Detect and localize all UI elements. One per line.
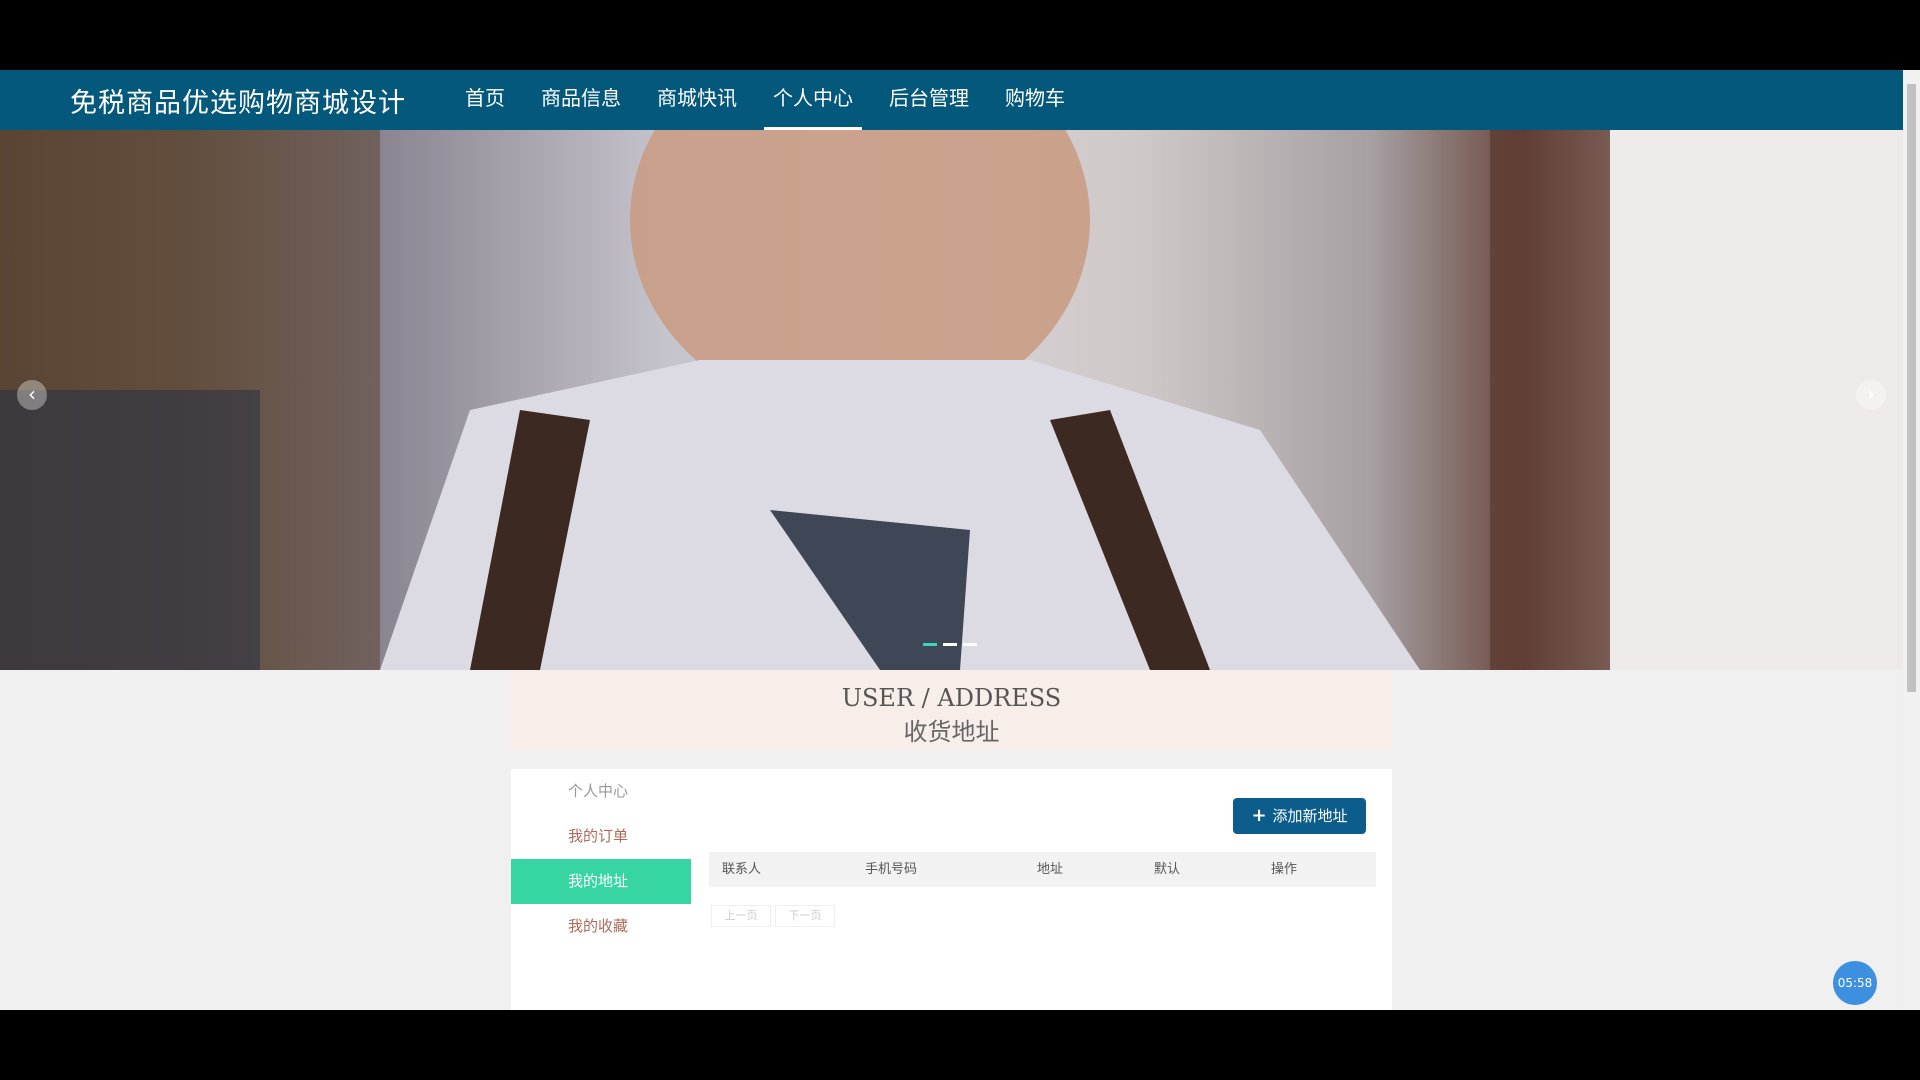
nav-item-cart[interactable]: 购物车 bbox=[996, 70, 1074, 130]
banner-indicators bbox=[923, 643, 977, 646]
address-panel: 个人中心 我的订单 我的地址 我的收藏 + 添加新地址 联系人 手机号码 地址 默… bbox=[511, 769, 1392, 1010]
top-navbar: 免税商品优选购物商城设计 首页 商品信息 商城快讯 个人中心 后台管理 购物车 bbox=[0, 70, 1903, 130]
nav-item-home[interactable]: 首页 bbox=[456, 70, 514, 130]
banner-dot[interactable] bbox=[923, 643, 937, 646]
banner-image bbox=[0, 130, 1903, 670]
site-brand[interactable]: 免税商品优选购物商城设计 bbox=[70, 81, 406, 120]
nav-item-products[interactable]: 商品信息 bbox=[532, 70, 630, 130]
scrollbar-thumb[interactable] bbox=[1907, 84, 1916, 692]
timer-badge[interactable]: 05:58 bbox=[1833, 961, 1877, 1005]
add-address-button[interactable]: + 添加新地址 bbox=[1233, 798, 1366, 834]
banner-dot[interactable] bbox=[943, 643, 957, 646]
column-header-default: 默认 bbox=[1154, 862, 1181, 877]
column-header-contact: 联系人 bbox=[722, 862, 762, 877]
sidebar-item-address[interactable]: 我的地址 bbox=[511, 859, 691, 904]
plus-icon: + bbox=[1251, 805, 1267, 826]
banner-next-button[interactable]: › bbox=[1856, 380, 1886, 410]
next-page-button[interactable]: 下一页 bbox=[775, 905, 835, 927]
sidebar-item-orders[interactable]: 我的订单 bbox=[511, 814, 691, 859]
page-scrollbar[interactable] bbox=[1903, 70, 1920, 1010]
column-header-phone: 手机号码 bbox=[865, 862, 918, 877]
sidebar-item-user-center[interactable]: 个人中心 bbox=[511, 769, 691, 814]
section-title-en: USER / ADDRESS bbox=[841, 684, 1062, 712]
pagination: 上一页 下一页 bbox=[711, 905, 835, 927]
prev-page-button[interactable]: 上一页 bbox=[711, 905, 771, 927]
section-title: USER / ADDRESS 收货地址 bbox=[511, 670, 1392, 750]
nav-item-user-center[interactable]: 个人中心 bbox=[764, 70, 862, 130]
banner-dot[interactable] bbox=[963, 643, 977, 646]
user-sidebar: 个人中心 我的订单 我的地址 我的收藏 bbox=[511, 769, 691, 949]
banner-carousel[interactable]: ‹ › bbox=[0, 130, 1903, 670]
address-table-header: 联系人 手机号码 地址 默认 操作 bbox=[709, 852, 1376, 887]
nav-item-news[interactable]: 商城快讯 bbox=[648, 70, 746, 130]
sidebar-item-favorites[interactable]: 我的收藏 bbox=[511, 904, 691, 949]
banner-prev-button[interactable]: ‹ bbox=[17, 380, 47, 410]
main-nav: 首页 商品信息 商城快讯 个人中心 后台管理 购物车 bbox=[456, 70, 1092, 130]
nav-item-admin[interactable]: 后台管理 bbox=[880, 70, 978, 130]
section-title-cn: 收货地址 bbox=[903, 718, 1000, 746]
column-header-address: 地址 bbox=[1037, 862, 1064, 877]
browser-viewport: 免税商品优选购物商城设计 首页 商品信息 商城快讯 个人中心 后台管理 购物车 … bbox=[0, 70, 1920, 1010]
column-header-actions: 操作 bbox=[1271, 862, 1298, 877]
add-address-label: 添加新地址 bbox=[1272, 807, 1348, 825]
